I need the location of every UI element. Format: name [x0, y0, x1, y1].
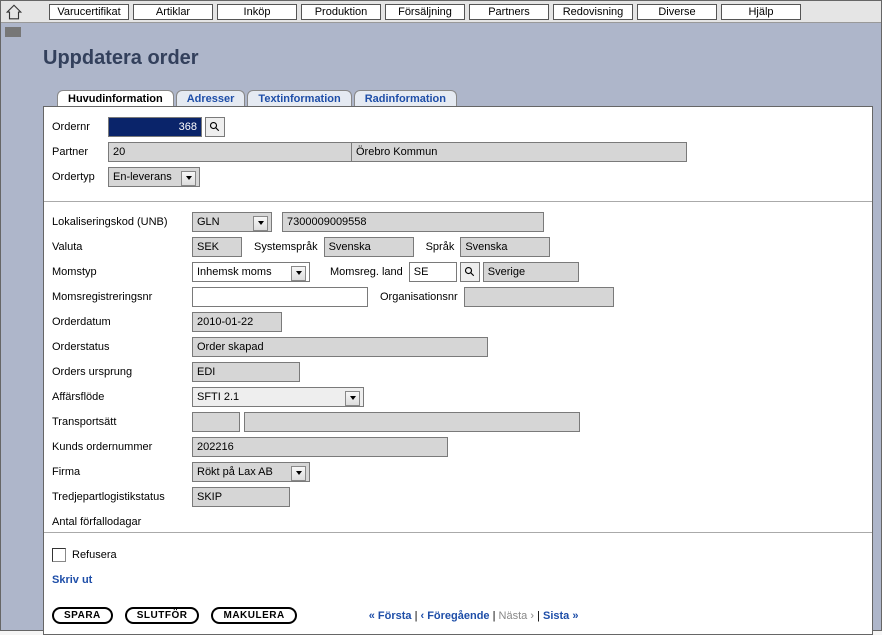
tredjeparts-field: SKIP [192, 487, 290, 507]
refusera-checkbox[interactable] [52, 548, 66, 562]
sprak-label: Språk [426, 241, 455, 253]
valuta-field[interactable]: SEK [192, 237, 242, 257]
orderdatum-field[interactable]: 2010-01-22 [192, 312, 282, 332]
record-navigation: « Första | ‹ Föregående | Nästa › | Sist… [369, 610, 579, 622]
spara-button[interactable]: SPARA [52, 607, 113, 624]
tab-adresser[interactable]: Adresser [176, 90, 246, 107]
transportsatt-name-field [244, 412, 580, 432]
firma-label: Firma [52, 466, 192, 478]
ordernr-input[interactable]: 368 [109, 118, 201, 136]
systemsprak-label: Systemspråk [254, 241, 318, 253]
menu-partners[interactable]: Partners [469, 4, 549, 20]
transportsatt-code-field[interactable] [192, 412, 240, 432]
menu-varucertifikat[interactable]: Varucertifikat [49, 4, 129, 20]
menu-diverse[interactable]: Diverse [637, 4, 717, 20]
ordertyp-label: Ordertyp [52, 171, 108, 183]
footer-section: Refusera Skriv ut SPARA SLUTFÖR MAKULERA… [44, 532, 872, 634]
ordertyp-select[interactable]: En-leverans [108, 167, 200, 187]
slutfor-button[interactable]: SLUTFÖR [125, 607, 200, 624]
nav-prev[interactable]: ‹ Föregående [420, 610, 489, 622]
lokaliseringskod-label: Lokaliseringskod (UNB) [52, 216, 192, 228]
top-menu: Varucertifikat Artiklar Inköp Produktion… [29, 4, 801, 20]
momstyp-select[interactable]: Inhemsk moms [192, 262, 310, 282]
valuta-label: Valuta [52, 241, 192, 253]
header-section: Ordernr 368 Partner 20 Örebro Kommun Ord… [44, 107, 872, 202]
momsreg-land-label: Momsreg. land [330, 266, 403, 278]
kunds-ordernr-field[interactable]: 202216 [192, 437, 448, 457]
momsregnr-field[interactable] [192, 287, 368, 307]
momsregnr-label: Momsregistreringsnr [52, 291, 192, 303]
menu-artiklar[interactable]: Artiklar [133, 4, 213, 20]
menu-inkop[interactable]: Inköp [217, 4, 297, 20]
momsreg-land-search-icon[interactable] [460, 262, 480, 282]
home-icon[interactable] [5, 3, 23, 21]
tab-radinformation[interactable]: Radinformation [354, 90, 457, 107]
nav-first[interactable]: « Första [369, 610, 412, 622]
menu-produktion[interactable]: Produktion [301, 4, 381, 20]
orders-ursprung-label: Orders ursprung [52, 366, 192, 378]
tab-strip: Huvudinformation Adresser Textinformatio… [57, 87, 459, 107]
transportsatt-label: Transportsätt [52, 416, 192, 428]
orgnr-label: Organisationsnr [380, 291, 458, 303]
app-window: Varucertifikat Artiklar Inköp Produktion… [0, 0, 882, 631]
partner-code-field[interactable]: 20 [108, 142, 352, 162]
left-toolbar [5, 27, 23, 39]
main-panel: Ordernr 368 Partner 20 Örebro Kommun Ord… [43, 106, 873, 635]
orders-ursprung-field: EDI [192, 362, 300, 382]
makulera-button[interactable]: MAKULERA [211, 607, 296, 624]
tredjeparts-label: Tredjepartlogistikstatus [52, 491, 202, 503]
tab-huvudinformation[interactable]: Huvudinformation [57, 90, 174, 107]
menu-hjalp[interactable]: Hjälp [721, 4, 801, 20]
topbar: Varucertifikat Artiklar Inköp Produktion… [1, 1, 881, 23]
orderstatus-label: Orderstatus [52, 341, 192, 353]
lokaliseringskod-value-field[interactable]: 7300009009558 [282, 212, 544, 232]
ordernr-search-icon[interactable] [205, 117, 225, 137]
momstyp-label: Momstyp [52, 266, 192, 278]
ordernr-label: Ordernr [52, 121, 108, 133]
menu-forsaljning[interactable]: Försäljning [385, 4, 465, 20]
tab-textinformation[interactable]: Textinformation [247, 90, 351, 107]
kunds-ordernr-label: Kunds ordernummer [52, 441, 192, 453]
affarsflode-select[interactable]: SFTI 2.1 [192, 387, 364, 407]
momsreg-land-code-field[interactable]: SE [409, 262, 457, 282]
forfallodagar-label: Antal förfallodagar [52, 516, 192, 528]
partner-name-field: Örebro Kommun [351, 142, 687, 162]
orderdatum-label: Orderdatum [52, 316, 192, 328]
refusera-label: Refusera [72, 549, 117, 561]
orgnr-field[interactable] [464, 287, 614, 307]
sprak-field[interactable]: Svenska [460, 237, 550, 257]
menu-redovisning[interactable]: Redovisning [553, 4, 633, 20]
affarsflode-label: Affärsflöde [52, 391, 192, 403]
lokaliseringskod-type-select[interactable]: GLN [192, 212, 272, 232]
momsreg-land-name-field: Sverige [483, 262, 579, 282]
page-title: Uppdatera order [43, 47, 199, 70]
detail-section: Lokaliseringskod (UNB) GLN 7300009009558… [44, 202, 872, 532]
partner-label: Partner [52, 146, 108, 158]
firma-select[interactable]: Rökt på Lax AB [192, 462, 310, 482]
skriv-ut-link[interactable]: Skriv ut [52, 574, 92, 586]
nav-last[interactable]: Sista » [543, 610, 578, 622]
left-toolbar-icon[interactable] [5, 27, 21, 37]
nav-next: Nästa › [499, 610, 534, 622]
systemsprak-field[interactable]: Svenska [324, 237, 414, 257]
orderstatus-field: Order skapad [192, 337, 488, 357]
